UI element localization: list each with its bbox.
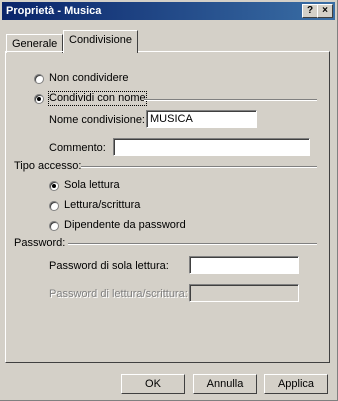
shared-as-label[interactable]: Condividi con nome: [48, 91, 147, 106]
share-name-input[interactable]: MUSICA: [146, 110, 257, 128]
password-group-label: Password:: [14, 237, 66, 249]
access-type-groupline: [81, 166, 317, 168]
close-button[interactable]: ×: [317, 4, 333, 18]
comment-label: Commento:: [49, 142, 106, 154]
comment-input[interactable]: [113, 138, 310, 156]
shared-as-groupline: [144, 99, 317, 101]
properties-dialog: Proprietà - Musica ? × Generale Condivis…: [0, 0, 338, 401]
password-dependent-label[interactable]: Dipendente da password: [64, 219, 186, 232]
cancel-button[interactable]: Annulla: [193, 374, 257, 394]
tab-general-label: Generale: [12, 38, 58, 50]
read-only-password-input[interactable]: [189, 256, 299, 274]
not-shared-radio[interactable]: [34, 74, 44, 84]
read-only-label[interactable]: Sola lettura: [64, 179, 120, 192]
read-only-password-label: Password di sola lettura:: [49, 260, 169, 272]
window-title: Proprietà - Musica: [6, 5, 102, 17]
password-groupline: [68, 243, 317, 245]
share-name-value: MUSICA: [150, 113, 193, 125]
help-button[interactable]: ?: [302, 4, 318, 18]
full-access-password-input[interactable]: [189, 284, 299, 302]
password-dependent-radio[interactable]: [49, 221, 59, 231]
shared-as-radio[interactable]: [34, 94, 44, 104]
title-bar[interactable]: Proprietà - Musica ? ×: [2, 2, 335, 20]
apply-button[interactable]: Applica: [264, 374, 328, 394]
access-type-group-label: Tipo accesso:: [14, 160, 82, 172]
share-name-label: Nome condivisione:: [49, 114, 145, 126]
sharing-panel: Non condividere Condividi con nome Nome …: [5, 51, 330, 363]
read-write-label[interactable]: Lettura/scrittura: [64, 199, 140, 212]
read-only-radio[interactable]: [49, 181, 59, 191]
not-shared-label[interactable]: Non condividere: [49, 72, 129, 85]
tab-sharing-label: Condivisione: [69, 34, 132, 46]
ok-button[interactable]: OK: [121, 374, 185, 394]
read-write-radio[interactable]: [49, 201, 59, 211]
tab-sharing[interactable]: Condivisione: [63, 30, 138, 53]
full-access-password-label: Password di lettura/scrittura:: [49, 288, 188, 300]
